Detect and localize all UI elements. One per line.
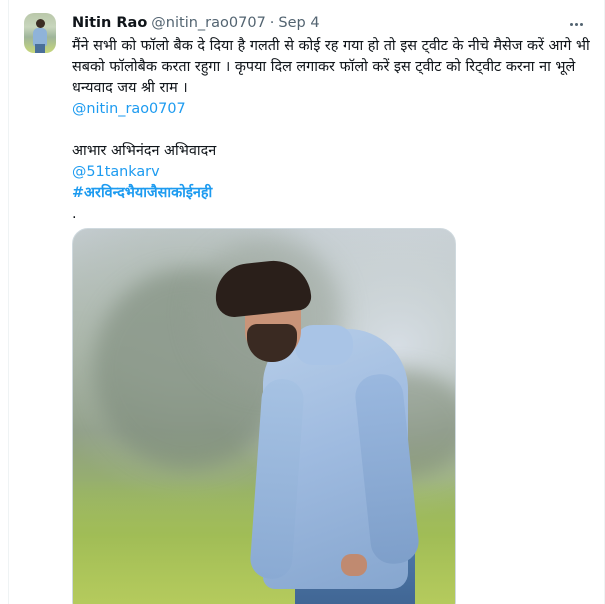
tweet-date[interactable]: Sep 4	[278, 15, 319, 31]
thanks-line: आभार अभिनंदन अभिवादन	[72, 143, 217, 159]
more-dot	[579, 22, 583, 26]
tweet-text: मैंने सभी को फॉलो बैक दे दिया है गलती से…	[72, 36, 592, 225]
tweet-header: Nitin Rao @nitin_rao0707 · Sep 4	[72, 13, 320, 33]
person-turtleneck	[295, 325, 353, 365]
tweet[interactable]: Nitin Rao @nitin_rao0707 · Sep 4 मैंने स…	[0, 0, 605, 604]
mention-link[interactable]: @51tankarv	[72, 164, 160, 180]
avatar[interactable]	[24, 13, 56, 53]
avatar-figure-head	[36, 19, 45, 28]
author-handle[interactable]: @nitin_rao0707	[151, 15, 266, 31]
mention-link[interactable]: @nitin_rao0707	[72, 101, 186, 117]
trailing-dot: .	[72, 206, 77, 222]
more-dot	[574, 22, 578, 26]
tweet-text-line: सबको फॉलोबैक करता रहुगा । कृपया दिल लगाक…	[72, 59, 576, 75]
photo-person	[73, 229, 455, 604]
author-name[interactable]: Nitin Rao	[72, 15, 147, 31]
header-separator: ·	[269, 15, 275, 31]
more-dot	[569, 22, 573, 26]
more-icon[interactable]	[563, 14, 589, 34]
tweet-photo[interactable]	[72, 228, 456, 604]
person-hair	[212, 257, 313, 319]
tweet-text-line: धन्यवाद जय श्री राम ।	[72, 80, 188, 96]
person-hand	[341, 554, 367, 576]
avatar-figure-legs	[35, 44, 45, 53]
tweet-text-line: मैंने सभी को फॉलो बैक दे दिया है गलती से…	[72, 38, 590, 54]
hashtag-link[interactable]: #अरविन्दभैयाजैसाकोईनही	[72, 185, 212, 201]
